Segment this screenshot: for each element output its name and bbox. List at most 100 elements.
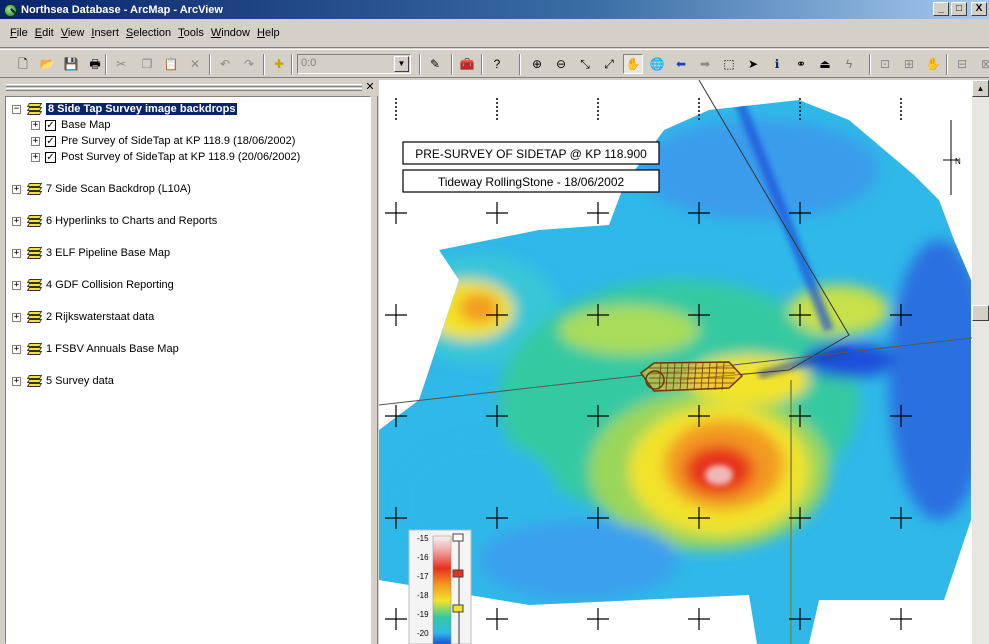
layout-tool-4-icon[interactable]: ⊟ bbox=[952, 54, 972, 74]
toolbar-separator bbox=[419, 54, 421, 75]
measure-icon[interactable]: ⏏ bbox=[815, 54, 835, 74]
menu-window[interactable]: Window bbox=[211, 27, 250, 39]
graticule-cross bbox=[688, 608, 710, 630]
toc-grip-bottom[interactable] bbox=[6, 88, 362, 91]
expand-toggle-icon[interactable]: + bbox=[31, 136, 40, 146]
back-arrow-icon[interactable]: ⬅ bbox=[671, 54, 691, 74]
toc-layer-group[interactable]: +7 Side Scan Backdrop (L10A) bbox=[12, 181, 191, 197]
toc-close-icon[interactable]: ✕ bbox=[364, 82, 376, 94]
graticule-cross bbox=[385, 304, 407, 326]
expand-toggle-icon[interactable]: + bbox=[12, 248, 21, 258]
expand-toggle-icon[interactable]: + bbox=[12, 280, 21, 290]
forward-arrow-icon[interactable]: ➡ bbox=[695, 54, 715, 74]
layout-tool-2-icon[interactable]: ⊞ bbox=[899, 54, 919, 74]
layer-group-label[interactable]: 4 GDF Collision Reporting bbox=[46, 279, 174, 291]
menu-edit[interactable]: Edit bbox=[35, 27, 54, 39]
layout-tool-5-icon[interactable]: ⊠ bbox=[976, 54, 989, 74]
add-data-icon[interactable]: ✚ bbox=[269, 54, 289, 74]
layer-group-label[interactable]: 6 Hyperlinks to Charts and Reports bbox=[46, 215, 217, 227]
editor-toolbar-icon[interactable]: ✎ bbox=[425, 54, 445, 74]
menu-help[interactable]: Help bbox=[257, 27, 280, 39]
layer-visibility-checkbox[interactable]: ✓ bbox=[45, 151, 56, 163]
toc-layer-group[interactable]: +1 FSBV Annuals Base Map bbox=[12, 341, 179, 357]
expand-toggle-icon[interactable]: + bbox=[12, 376, 21, 386]
toc-layer[interactable]: + ✓ Base Map bbox=[31, 117, 111, 133]
open-folder-icon[interactable]: 📂 bbox=[37, 54, 57, 74]
layout-tool-1-icon[interactable]: ⊡ bbox=[875, 54, 895, 74]
toolbar-separator bbox=[946, 54, 948, 75]
layer-group-label[interactable]: 5 Survey data bbox=[46, 375, 114, 387]
full-extent-globe-icon[interactable]: 🌐 bbox=[647, 54, 667, 74]
delete-icon[interactable]: ✕ bbox=[185, 54, 205, 74]
whats-this-help-icon[interactable]: ? bbox=[487, 54, 507, 74]
paste-icon[interactable]: 📋 bbox=[161, 54, 181, 74]
expand-toggle-icon[interactable]: − bbox=[12, 104, 21, 114]
toc-layer-group[interactable]: +5 Survey data bbox=[12, 373, 114, 389]
chevron-down-icon[interactable]: ▼ bbox=[394, 56, 409, 72]
pan-hand-icon[interactable]: ✋ bbox=[623, 54, 643, 74]
layer-group-label[interactable]: 3 ELF Pipeline Base Map bbox=[46, 247, 170, 259]
arctoolbox-icon[interactable]: 🧰 bbox=[457, 54, 477, 74]
save-icon[interactable]: 💾 bbox=[61, 54, 81, 74]
panel-splitter[interactable] bbox=[372, 96, 378, 644]
close-button[interactable]: X bbox=[971, 2, 987, 16]
select-elements-arrow-icon[interactable]: ➤ bbox=[743, 54, 763, 74]
layer-group-icon bbox=[26, 183, 43, 195]
minimize-button[interactable]: _ bbox=[933, 2, 949, 16]
scroll-up-icon[interactable]: ▲ bbox=[972, 80, 989, 97]
layer-group-label[interactable]: 2 Rijkswaterstaat data bbox=[46, 311, 154, 323]
layout-tool-3-icon[interactable]: ✋ bbox=[923, 54, 943, 74]
scroll-thumb[interactable] bbox=[972, 305, 989, 321]
menu-insert[interactable]: Insert bbox=[91, 27, 119, 39]
toc-layer-group[interactable]: +6 Hyperlinks to Charts and Reports bbox=[12, 213, 217, 229]
layer-visibility-checkbox[interactable]: ✓ bbox=[45, 135, 56, 147]
legend-slider-handle[interactable] bbox=[452, 533, 464, 542]
identify-icon[interactable]: ℹ bbox=[767, 54, 787, 74]
layer-group-icon bbox=[26, 279, 43, 291]
menu-tools[interactable]: Tools bbox=[178, 27, 204, 39]
zoom-in-icon[interactable]: ⊕ bbox=[527, 54, 547, 74]
expand-toggle-icon[interactable]: + bbox=[12, 216, 21, 226]
legend-depth-label: -20 bbox=[417, 629, 429, 638]
map-scale-combo[interactable]: 0:0 ▼ bbox=[297, 54, 411, 74]
toc-layer[interactable]: + ✓ Pre Survey of SideTap at KP 118.9 (18/… bbox=[31, 133, 295, 149]
find-binoculars-icon[interactable]: ⚭ bbox=[791, 54, 811, 74]
toc-layer-group[interactable]: +3 ELF Pipeline Base Map bbox=[12, 245, 170, 261]
layer-group-label[interactable]: 1 FSBV Annuals Base Map bbox=[46, 343, 179, 355]
map-display[interactable]: PRE-SURVEY OF SIDETAP @ KP 118.900 Tidew… bbox=[379, 80, 972, 644]
layer-group-label[interactable]: 7 Side Scan Backdrop (L10A) bbox=[46, 183, 191, 195]
fixed-zoom-in-icon[interactable]: ⤡ bbox=[575, 54, 595, 74]
select-features-icon[interactable]: ⬚ bbox=[719, 54, 739, 74]
legend-slider-handle[interactable] bbox=[452, 604, 464, 613]
layer-group-label[interactable]: 8 Side Tap Survey image backdrops bbox=[46, 103, 238, 115]
layer-label[interactable]: Pre Survey of SideTap at KP 118.9 (18/06… bbox=[61, 135, 295, 147]
redo-icon[interactable]: ↷ bbox=[239, 54, 259, 74]
toc-grip-top[interactable] bbox=[6, 84, 362, 87]
new-document-icon[interactable]: 🗋 bbox=[13, 54, 33, 74]
zoom-out-icon[interactable]: ⊖ bbox=[551, 54, 571, 74]
map-vertical-scrollbar[interactable]: ▲ bbox=[972, 80, 989, 644]
layer-label[interactable]: Post Survey of SideTap at KP 118.9 (20/0… bbox=[61, 151, 300, 163]
expand-toggle-icon[interactable]: + bbox=[12, 312, 21, 322]
menu-file[interactable]: File bbox=[10, 27, 28, 39]
expand-toggle-icon[interactable]: + bbox=[12, 184, 21, 194]
expand-toggle-icon[interactable]: + bbox=[31, 152, 40, 162]
hyperlink-lightning-icon[interactable]: ϟ bbox=[839, 54, 859, 74]
legend-slider-handle[interactable] bbox=[452, 569, 464, 578]
expand-toggle-icon[interactable]: + bbox=[12, 344, 21, 354]
toc-layer-group[interactable]: − 8 Side Tap Survey image backdrops bbox=[12, 101, 238, 117]
maximize-button[interactable]: □ bbox=[951, 2, 967, 16]
copy-icon[interactable]: ❐ bbox=[137, 54, 157, 74]
print-icon[interactable]: 🖶 bbox=[85, 54, 105, 74]
menu-selection[interactable]: Selection bbox=[126, 27, 171, 39]
fixed-zoom-out-icon[interactable]: ⤢ bbox=[599, 54, 619, 74]
toc-layer-group[interactable]: +4 GDF Collision Reporting bbox=[12, 277, 174, 293]
undo-icon[interactable]: ↶ bbox=[215, 54, 235, 74]
layer-visibility-checkbox[interactable]: ✓ bbox=[45, 119, 56, 131]
layer-label[interactable]: Base Map bbox=[61, 119, 111, 131]
menu-view[interactable]: View bbox=[61, 27, 85, 39]
expand-toggle-icon[interactable]: + bbox=[31, 120, 40, 130]
toc-layer-group[interactable]: +2 Rijkswaterstaat data bbox=[12, 309, 154, 325]
cut-icon[interactable]: ✂ bbox=[111, 54, 131, 74]
toc-layer[interactable]: + ✓ Post Survey of SideTap at KP 118.9 (20… bbox=[31, 149, 300, 165]
